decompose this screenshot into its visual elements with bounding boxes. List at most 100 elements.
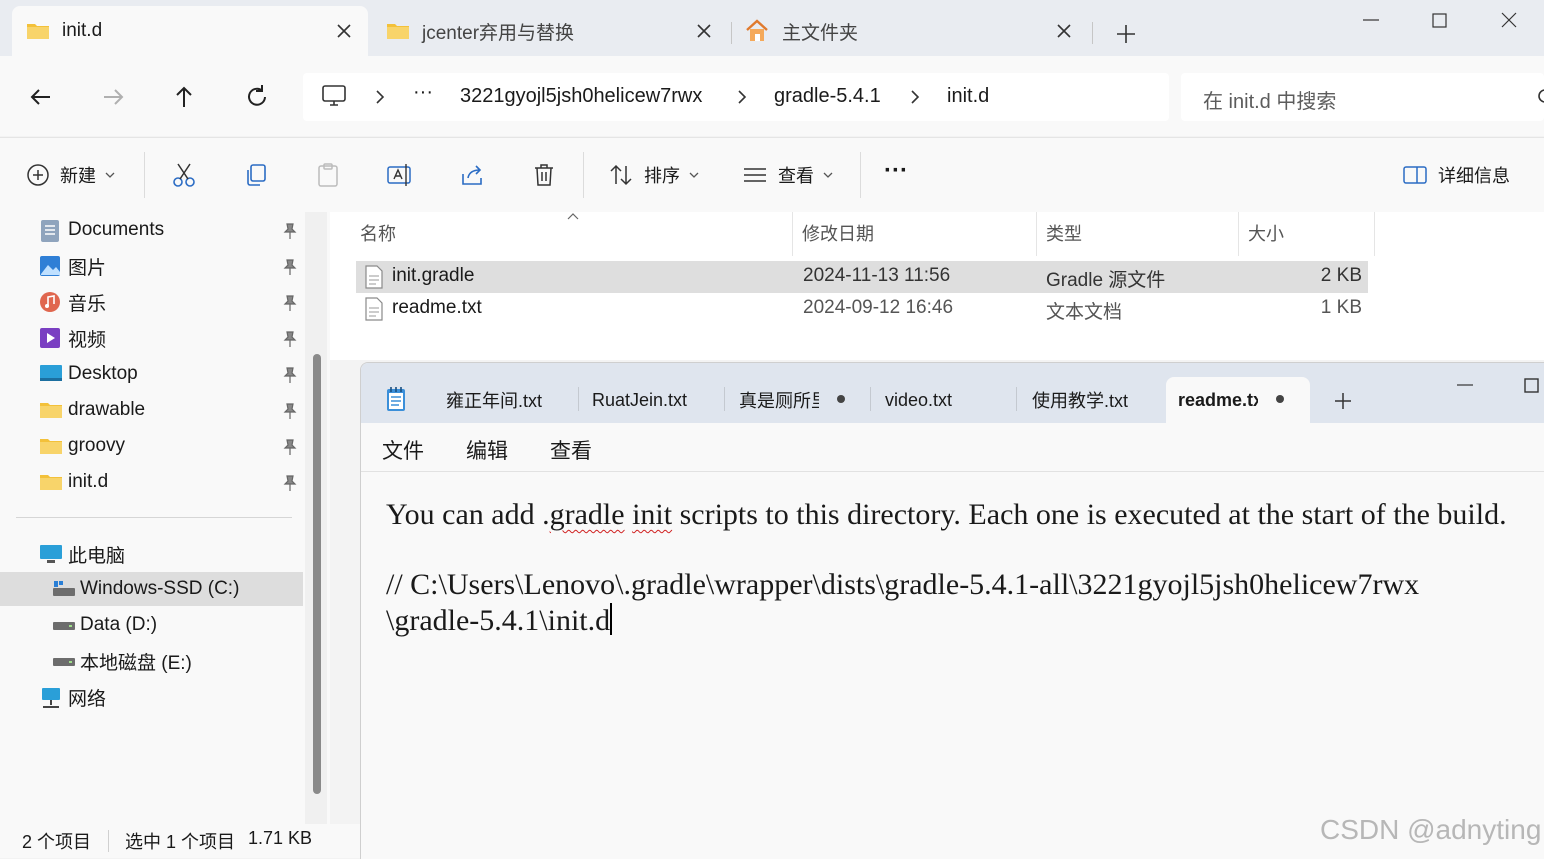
new-button[interactable]: 新建 bbox=[26, 160, 116, 190]
pin-icon[interactable] bbox=[281, 330, 299, 348]
nav-item-init-d[interactable]: init.d bbox=[0, 465, 303, 499]
new-tab-button[interactable] bbox=[1112, 20, 1140, 48]
rename-button[interactable] bbox=[386, 160, 414, 190]
text-line-2: // C:\Users\Lenovo\.gradle\wrapper\dists… bbox=[386, 568, 1420, 601]
view-button[interactable]: 查看 bbox=[742, 160, 834, 190]
column-header-name[interactable]: 名称 bbox=[360, 220, 396, 246]
sort-button[interactable]: 排序 bbox=[608, 160, 700, 190]
notepad-app-icon bbox=[385, 385, 407, 413]
menu-edit[interactable]: 编辑 bbox=[466, 435, 508, 465]
nav-item-this-pc[interactable]: 此电脑 bbox=[0, 537, 303, 571]
nav-item-drawable[interactable]: drawable bbox=[0, 393, 303, 427]
breadcrumb-ellipsis[interactable]: ··· bbox=[413, 81, 433, 104]
details-button[interactable]: 详细信息 bbox=[1402, 160, 1510, 190]
nav-item-drive-e[interactable]: 本地磁盘 (E:) bbox=[0, 644, 303, 678]
notepad-tab[interactable]: video.txt bbox=[885, 377, 1015, 423]
folder-icon bbox=[39, 400, 63, 422]
toolbar-divider bbox=[583, 152, 584, 198]
column-divider[interactable] bbox=[1036, 212, 1037, 256]
nav-item-pictures[interactable]: 图片 bbox=[0, 249, 303, 283]
nav-item-network[interactable]: 网络 bbox=[0, 680, 303, 714]
column-divider[interactable] bbox=[1374, 212, 1375, 256]
column-header-size[interactable]: 大小 bbox=[1248, 220, 1284, 246]
pin-icon[interactable] bbox=[281, 474, 299, 492]
nav-label: 本地磁盘 (E:) bbox=[80, 652, 192, 674]
column-header-type[interactable]: 类型 bbox=[1046, 220, 1082, 246]
explorer-tab-bar: init.d jcenter弃用与替换 主文件夹 bbox=[0, 0, 1544, 56]
nav-item-documents[interactable]: Documents bbox=[0, 213, 303, 247]
notepad-tab[interactable]: 真是厕所里 bbox=[739, 377, 859, 423]
search-placeholder: 在 init.d 中搜索 bbox=[1203, 91, 1337, 113]
maximize-button[interactable] bbox=[1424, 8, 1454, 34]
maximize-button[interactable] bbox=[1521, 375, 1541, 395]
explorer-tab-home[interactable]: 主文件夹 bbox=[732, 6, 1088, 56]
status-divider bbox=[108, 830, 109, 852]
forward-button[interactable] bbox=[96, 80, 130, 114]
minimize-button[interactable] bbox=[1356, 8, 1386, 34]
toolbar-divider bbox=[860, 152, 861, 198]
column-divider[interactable] bbox=[792, 212, 793, 256]
pin-icon[interactable] bbox=[281, 258, 299, 276]
nav-item-groovy[interactable]: groovy bbox=[0, 429, 303, 463]
menu-file[interactable]: 文件 bbox=[382, 435, 424, 465]
breadcrumb-item[interactable]: init.d bbox=[947, 85, 989, 108]
tab-label: jcenter弃用与替换 bbox=[422, 22, 575, 44]
explorer-tab-jcenter[interactable]: jcenter弃用与替换 bbox=[372, 6, 728, 56]
column-divider[interactable] bbox=[1238, 212, 1239, 256]
nav-item-music[interactable]: 音乐 bbox=[0, 285, 303, 319]
copy-button[interactable] bbox=[243, 160, 269, 190]
nav-label: 图片 bbox=[68, 257, 107, 279]
delete-button[interactable] bbox=[531, 160, 557, 190]
tab-label: 使用教学.txt bbox=[1032, 391, 1129, 411]
cut-button[interactable] bbox=[171, 160, 197, 190]
notepad-tab[interactable]: RuatJein.txt bbox=[592, 377, 722, 423]
nav-item-drive-d[interactable]: Data (D:) bbox=[0, 608, 303, 642]
nav-item-desktop[interactable]: Desktop bbox=[0, 357, 303, 391]
path-box[interactable]: ··· 3221gyojl5jsh0helicew7rwx gradle-5.4… bbox=[303, 73, 1169, 121]
tab-label: 雍正年间.txt bbox=[446, 391, 543, 411]
nav-scrollbar-thumb[interactable] bbox=[313, 354, 321, 794]
pin-icon[interactable] bbox=[281, 294, 299, 312]
nav-item-videos[interactable]: 视频 bbox=[0, 321, 303, 355]
notepad-text-area[interactable]: You can add .gradle init scripts to this… bbox=[361, 472, 1544, 859]
pin-icon[interactable] bbox=[281, 402, 299, 420]
back-button[interactable] bbox=[24, 80, 58, 114]
menu-view[interactable]: 查看 bbox=[550, 435, 592, 465]
paste-button[interactable] bbox=[315, 160, 341, 190]
close-tab-icon[interactable] bbox=[694, 21, 714, 41]
file-type: 文本文档 bbox=[1046, 302, 1123, 323]
nav-label: Desktop bbox=[68, 363, 138, 384]
new-tab-button[interactable] bbox=[1331, 389, 1355, 413]
share-button[interactable] bbox=[459, 160, 485, 190]
file-row[interactable]: init.gradle 2024-11-13 11:56 Gradle 源文件 … bbox=[356, 261, 1368, 293]
pin-icon[interactable] bbox=[281, 438, 299, 456]
nav-item-drive-c[interactable]: Windows-SSD (C:) bbox=[0, 572, 303, 606]
pin-icon[interactable] bbox=[281, 222, 299, 240]
breadcrumb-item[interactable]: 3221gyojl5jsh0helicew7rwx bbox=[460, 85, 702, 108]
refresh-button[interactable] bbox=[240, 80, 274, 114]
pin-icon[interactable] bbox=[281, 366, 299, 384]
notepad-tab-bar: 雍正年间.txt RuatJein.txt 真是厕所里 video.txt 使用… bbox=[361, 363, 1544, 423]
column-header-modified[interactable]: 修改日期 bbox=[802, 220, 874, 246]
nav-label: 网络 bbox=[68, 688, 107, 710]
notepad-tab-active[interactable]: readme.txt bbox=[1166, 377, 1310, 423]
up-button[interactable] bbox=[167, 80, 201, 114]
sort-label: 排序 bbox=[644, 166, 680, 186]
chevron-down-icon bbox=[688, 170, 700, 180]
unsaved-dot-icon bbox=[1276, 395, 1284, 403]
notepad-tab[interactable]: 雍正年间.txt bbox=[446, 377, 576, 423]
breadcrumb-item[interactable]: gradle-5.4.1 bbox=[774, 85, 881, 108]
close-tab-icon[interactable] bbox=[334, 21, 354, 41]
this-pc-icon bbox=[39, 543, 63, 565]
search-input[interactable]: 在 init.d 中搜索 bbox=[1181, 73, 1544, 121]
tab-label: RuatJein.txt bbox=[592, 389, 688, 410]
file-size: 2 KB bbox=[1320, 265, 1362, 286]
close-window-button[interactable] bbox=[1494, 8, 1524, 34]
minimize-button[interactable] bbox=[1453, 377, 1477, 393]
view-lines-icon bbox=[742, 162, 768, 188]
more-button[interactable]: ··· bbox=[884, 156, 908, 186]
explorer-tab-init-d[interactable]: init.d bbox=[12, 6, 368, 56]
notepad-tab[interactable]: 使用教学.txt bbox=[1032, 377, 1162, 423]
close-tab-icon[interactable] bbox=[1054, 21, 1074, 41]
file-row[interactable]: readme.txt 2024-09-12 16:46 文本文档 1 KB bbox=[356, 293, 1368, 325]
